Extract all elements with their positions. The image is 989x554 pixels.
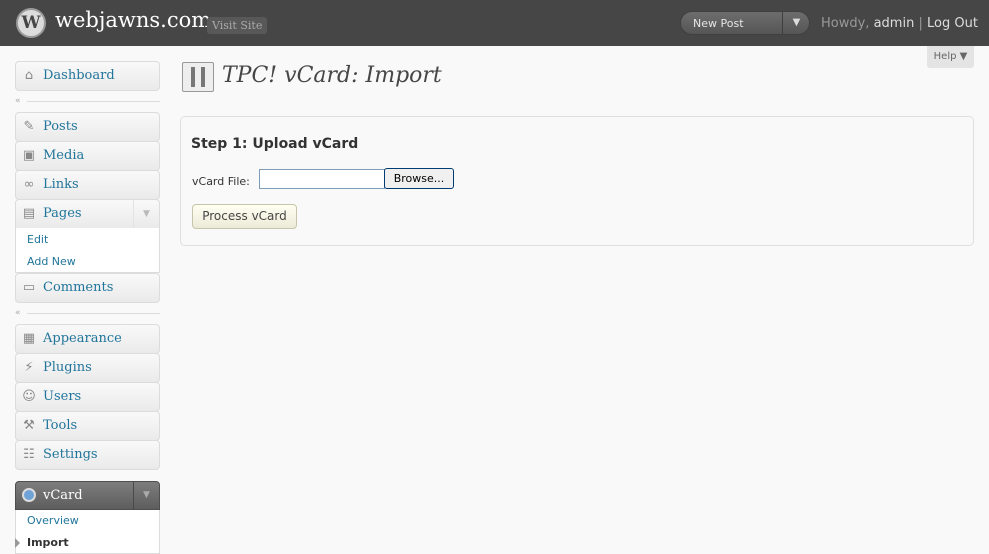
- sidebar-item-comments[interactable]: ▭ Comments: [15, 273, 160, 303]
- process-vcard-button[interactable]: Process vCard: [192, 204, 297, 229]
- sidebar-item-links[interactable]: ∞ Links: [15, 170, 160, 200]
- collapse-arrow-icon[interactable]: «: [15, 309, 25, 318]
- house-icon: ⌂: [24, 68, 34, 83]
- visit-site-button[interactable]: Visit Site: [207, 17, 268, 34]
- sidebar-item-label[interactable]: Comments: [43, 280, 113, 295]
- sidebar-item-users[interactable]: ☺ Users: [15, 382, 160, 412]
- tools-icon: [182, 62, 214, 92]
- sidebar-item-label[interactable]: vCard: [43, 488, 83, 503]
- sidebar-item-settings[interactable]: ☷ Settings: [15, 440, 160, 470]
- vcard-submenu: Overview Import: [15, 510, 160, 554]
- logout-link[interactable]: Log Out: [927, 16, 978, 31]
- new-post-label[interactable]: New Post: [693, 17, 744, 30]
- submenu-item-overview[interactable]: Overview: [27, 514, 79, 527]
- vcard-file-label: vCard File:: [192, 175, 250, 188]
- chevron-down-icon[interactable]: ▼: [133, 482, 159, 509]
- sidebar-item-vcard[interactable]: vCard ▼: [15, 481, 160, 510]
- menu-separator: [27, 101, 160, 102]
- sidebar-item-tools[interactable]: ⚒ Tools: [15, 411, 160, 441]
- sidebar-item-label[interactable]: Settings: [43, 447, 98, 462]
- camera-icon: ▣: [22, 148, 36, 163]
- submenu-item-edit[interactable]: Edit: [27, 233, 48, 246]
- new-post-dropdown[interactable]: New Post ▼: [680, 11, 810, 35]
- sidebar-item-label[interactable]: Tools: [43, 418, 77, 433]
- sidebar-item-pages[interactable]: ▤ Pages ▼: [15, 199, 160, 229]
- chevron-down-icon[interactable]: ▼: [782, 12, 810, 34]
- site-title: webjawns.com: [55, 8, 212, 32]
- step-heading: Step 1: Upload vCard: [191, 136, 359, 152]
- upload-panel: Step 1: Upload vCard vCard File: Browse.…: [180, 116, 974, 246]
- chevron-down-icon[interactable]: ▼: [133, 200, 159, 228]
- vcard-file-input[interactable]: [259, 169, 385, 189]
- sidebar-item-posts[interactable]: ✎ Posts: [15, 112, 160, 142]
- menu-separator: [27, 313, 160, 314]
- sidebar-item-plugins[interactable]: ⚡ Plugins: [15, 353, 160, 383]
- sidebar-item-label[interactable]: Users: [43, 389, 81, 404]
- users-icon: ☺: [22, 389, 36, 404]
- submenu-item-add-new[interactable]: Add New: [27, 255, 76, 268]
- sidebar-item-label[interactable]: Dashboard: [43, 68, 115, 83]
- page-title: TPC! vCard: Import: [222, 63, 442, 88]
- sidebar-item-media[interactable]: ▣ Media: [15, 141, 160, 171]
- gear-icon: [22, 488, 36, 502]
- tools-icon: ⚒: [23, 418, 35, 433]
- sidebar-item-label[interactable]: Plugins: [43, 360, 92, 375]
- browse-button[interactable]: Browse...: [384, 168, 454, 189]
- help-tab[interactable]: Help ▼: [927, 46, 974, 68]
- sidebar-item-dashboard[interactable]: ⌂ Dashboard: [15, 61, 160, 91]
- separator: |: [918, 16, 923, 31]
- sidebar-item-label[interactable]: Posts: [43, 119, 78, 134]
- pages-submenu: Edit Add New: [15, 228, 160, 273]
- pages-icon: ▤: [22, 206, 36, 221]
- current-page-pointer-icon: [15, 538, 20, 548]
- sidebar-item-appearance[interactable]: ▦ Appearance: [15, 324, 160, 354]
- comment-bubble-icon: ▭: [22, 280, 36, 295]
- chevron-down-icon: ▼: [959, 51, 968, 62]
- wordpress-logo-icon: W: [16, 8, 46, 38]
- chain-icon: ∞: [23, 177, 35, 192]
- help-label[interactable]: Help: [934, 51, 957, 62]
- plug-icon: ⚡: [24, 360, 34, 375]
- pushpin-icon: ✎: [23, 119, 35, 134]
- sidebar-item-label[interactable]: Appearance: [43, 331, 122, 346]
- admin-header: W webjawns.com Visit Site New Post ▼ How…: [0, 0, 989, 46]
- user-links: Howdy, admin | Log Out: [821, 16, 978, 31]
- sidebar-item-label[interactable]: Media: [43, 148, 84, 163]
- sidebar-item-label[interactable]: Pages: [43, 206, 82, 221]
- collapse-arrow-icon[interactable]: «: [15, 97, 25, 106]
- sliders-icon: ☷: [23, 447, 35, 462]
- sidebar-item-label[interactable]: Links: [43, 177, 79, 192]
- window-icon: ▦: [22, 331, 36, 346]
- greeting: Howdy,: [821, 16, 870, 31]
- submenu-item-import[interactable]: Import: [27, 536, 69, 549]
- username-link[interactable]: admin: [874, 16, 915, 31]
